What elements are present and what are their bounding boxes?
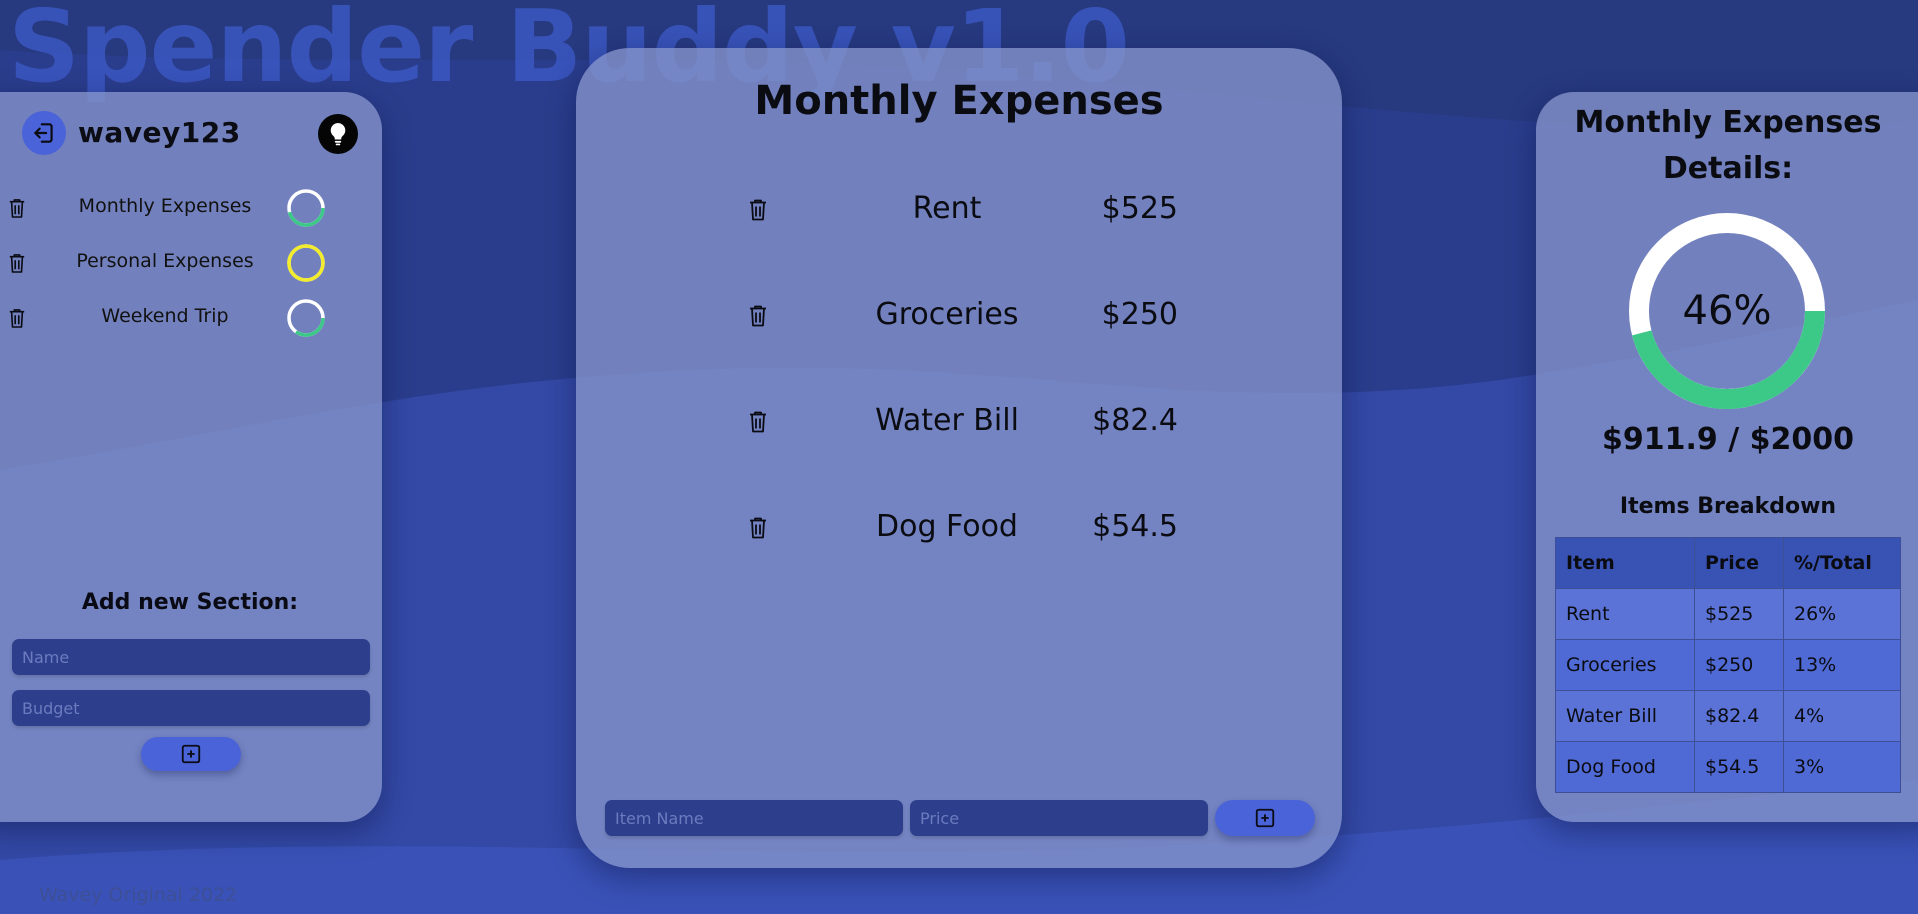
table-row: Rent $525 26%: [1555, 588, 1901, 640]
trash-icon: [9, 309, 25, 328]
table-row: Groceries $250 13%: [1555, 639, 1901, 691]
table-header-row: Item Price %/Total: [1555, 537, 1901, 589]
table-cell: Water Bill: [1555, 690, 1695, 742]
expense-price: $525: [1101, 191, 1178, 226]
table-cell: 4%: [1783, 690, 1901, 742]
expense-name: Groceries: [875, 297, 1019, 332]
delete-item-button[interactable]: [748, 303, 768, 332]
plus-square-icon: [181, 744, 201, 764]
table-row: Dog Food $54.5 3%: [1555, 741, 1901, 793]
delete-item-button[interactable]: [748, 515, 768, 544]
expense-price: $250: [1101, 297, 1178, 332]
breakdown-title: Items Breakdown: [1619, 494, 1837, 519]
table-cell: $250: [1694, 639, 1784, 691]
column-header: Price: [1694, 537, 1784, 589]
section-item[interactable]: Weekend Trip: [0, 296, 370, 338]
table-cell: 3%: [1783, 741, 1901, 793]
expense-name: Rent: [912, 191, 982, 226]
add-section-button[interactable]: [141, 737, 241, 771]
section-label: Personal Expenses: [76, 250, 254, 272]
expenses-panel: Monthly Expenses Rent $525 Groceries $250 Wa…: [576, 48, 1342, 868]
section-progress-ring: [287, 299, 325, 337]
percent-label: 46%: [1682, 288, 1772, 334]
table-row: Water Bill $82.4 4%: [1555, 690, 1901, 742]
delete-section-button[interactable]: [8, 251, 26, 279]
section-label: Weekend Trip: [101, 305, 229, 327]
delete-item-button[interactable]: [748, 197, 768, 226]
trash-icon: [750, 199, 766, 221]
lightbulb-icon: [330, 123, 346, 146]
table-cell: Groceries: [1555, 639, 1695, 691]
trash-icon: [750, 411, 766, 433]
section-name-input[interactable]: [12, 639, 370, 675]
expenses-title: Monthly Expenses: [754, 78, 1164, 124]
delete-item-button[interactable]: [748, 409, 768, 438]
column-header: Item: [1555, 537, 1695, 589]
expense-price: $54.5: [1092, 509, 1178, 544]
username: wavey123: [78, 116, 241, 149]
delete-section-button[interactable]: [8, 196, 26, 224]
add-item-button[interactable]: [1215, 800, 1315, 836]
breakdown-table: Item Price %/Total Rent $525 26% Groceries $…: [1555, 537, 1901, 793]
theme-toggle-button[interactable]: [318, 114, 358, 154]
expense-name: Water Bill: [875, 403, 1019, 438]
details-title: Monthly Expenses Details:: [1574, 105, 1882, 186]
footer-text: Wavey Original 2022: [39, 884, 238, 906]
logout-icon: [34, 123, 53, 143]
section-progress-arc: [294, 317, 325, 337]
section-budget-input[interactable]: [12, 690, 370, 726]
section-progress-arc: [287, 244, 325, 282]
plus-square-icon: [1255, 808, 1275, 828]
trash-icon: [9, 199, 25, 218]
delete-section-button[interactable]: [8, 306, 26, 334]
trash-icon: [9, 254, 25, 273]
section-progress-ring: [287, 244, 325, 282]
sidebar-panel: wavey123 Monthly Expenses Personal Expens…: [0, 92, 382, 822]
trash-icon: [750, 305, 766, 327]
item-name-input[interactable]: [605, 800, 903, 836]
table-cell: $525: [1694, 588, 1784, 640]
table-cell: 26%: [1783, 588, 1901, 640]
item-price-input[interactable]: [910, 800, 1208, 836]
table-cell: Rent: [1555, 588, 1695, 640]
add-section-title: Add new Section:: [81, 590, 299, 615]
expense-price: $82.4: [1092, 403, 1178, 438]
section-item[interactable]: Personal Expenses: [0, 241, 370, 283]
section-item[interactable]: Monthly Expenses: [0, 186, 370, 228]
details-panel: Monthly Expenses Details: 46% $911.9 / $…: [1536, 92, 1918, 822]
column-header: %/Total: [1783, 537, 1901, 589]
table-cell: $82.4: [1694, 690, 1784, 742]
logout-button[interactable]: [22, 111, 66, 155]
table-cell: 13%: [1783, 639, 1901, 691]
expense-name: Dog Food: [876, 509, 1018, 544]
table-cell: Dog Food: [1555, 741, 1695, 793]
section-label: Monthly Expenses: [78, 195, 252, 217]
trash-icon: [750, 517, 766, 539]
spent-total: $911.9 / $2000: [1602, 422, 1854, 457]
section-progress-arc: [287, 207, 325, 227]
table-cell: $54.5: [1694, 741, 1784, 793]
section-progress-ring: [287, 189, 325, 227]
